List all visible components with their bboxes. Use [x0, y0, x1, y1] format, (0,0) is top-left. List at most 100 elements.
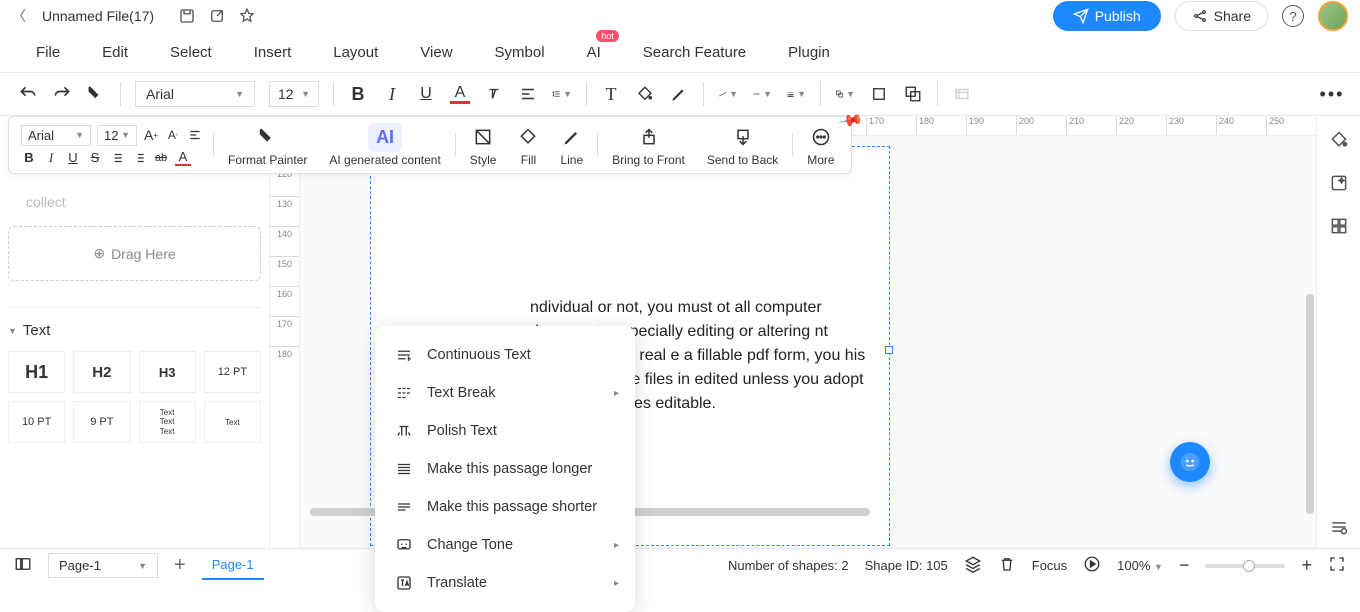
- longer-icon: [395, 460, 413, 478]
- ctx-size-select[interactable]: 12▼: [97, 125, 137, 146]
- align-icon[interactable]: [518, 84, 538, 104]
- menu-plugin[interactable]: Plugin: [788, 44, 830, 61]
- settings-list-icon[interactable]: [1329, 517, 1349, 542]
- menu-search[interactable]: Search Feature: [643, 44, 746, 61]
- ai-star-icon[interactable]: [1329, 173, 1349, 198]
- menu-symbol[interactable]: Symbol: [495, 44, 545, 61]
- ctx-align-icon[interactable]: [187, 127, 203, 143]
- save-icon[interactable]: [178, 7, 196, 25]
- fullscreen-icon[interactable]: [1328, 555, 1346, 576]
- ctx-text-break[interactable]: Text Break ▸: [375, 374, 635, 412]
- size-select[interactable]: 12▼: [269, 81, 319, 107]
- chat-fab[interactable]: [1170, 442, 1210, 482]
- ctx-underline-icon[interactable]: U: [65, 150, 81, 166]
- undo-icon[interactable]: [18, 84, 38, 104]
- connector-icon[interactable]: ▼: [718, 84, 738, 104]
- ctx-fill[interactable]: Fill: [510, 123, 546, 167]
- text-icon[interactable]: T: [601, 84, 621, 104]
- text-preset-para[interactable]: Text Text Text: [139, 401, 196, 443]
- star-icon[interactable]: [238, 7, 256, 25]
- ctx-change-tone[interactable]: Change Tone ▸: [375, 526, 635, 564]
- text-preset-h3[interactable]: H3: [139, 351, 196, 393]
- text-preset-12pt[interactable]: 12 PT: [204, 351, 261, 393]
- dec-font-icon[interactable]: A-: [165, 127, 181, 143]
- publish-button[interactable]: Publish: [1053, 1, 1161, 31]
- lock-icon[interactable]: [952, 84, 972, 104]
- trash-icon[interactable]: [998, 555, 1016, 576]
- ctx-bold-icon[interactable]: B: [21, 150, 37, 166]
- ctx-numlist-icon[interactable]: [131, 150, 147, 166]
- page-tab-1[interactable]: Page-1: [202, 551, 264, 580]
- ctx-font-select[interactable]: Arial▼: [21, 125, 91, 146]
- ctx-make-shorter[interactable]: Make this passage shorter: [375, 488, 635, 526]
- ctx-polish-text[interactable]: Polish Text: [375, 412, 635, 450]
- line-height-icon[interactable]: ▼: [552, 84, 572, 104]
- ctx-fontcolor-icon[interactable]: A: [175, 150, 191, 166]
- line-style-icon[interactable]: ▼: [752, 84, 772, 104]
- ctx-continuous-text[interactable]: Continuous Text: [375, 336, 635, 374]
- menu-view[interactable]: View: [420, 44, 452, 61]
- page-select[interactable]: Page-1▼: [48, 553, 158, 578]
- help-icon[interactable]: ?: [1282, 5, 1304, 27]
- ctx-ai-content[interactable]: AI AI generated content: [321, 123, 448, 167]
- avatar[interactable]: [1318, 1, 1348, 31]
- more-icon[interactable]: •••: [1322, 84, 1342, 104]
- font-select[interactable]: Arial▼: [135, 81, 255, 107]
- fill-icon[interactable]: [635, 84, 655, 104]
- ctx-list-icon[interactable]: [109, 150, 125, 166]
- continuous-text-icon: [395, 346, 413, 364]
- pen-icon[interactable]: [669, 84, 689, 104]
- back-button[interactable]: 〈: [12, 6, 26, 26]
- text-preset-h2[interactable]: H2: [73, 351, 130, 393]
- ctx-strike-icon[interactable]: S: [87, 150, 103, 166]
- export-icon[interactable]: [208, 7, 226, 25]
- scrollbar-vertical[interactable]: [1306, 294, 1314, 514]
- text-preset-10pt[interactable]: 10 PT: [8, 401, 65, 443]
- ctx-format-painter[interactable]: Format Painter: [220, 123, 315, 167]
- zoom-label[interactable]: 100% ▼: [1117, 558, 1163, 573]
- ctx-more[interactable]: More: [799, 123, 842, 167]
- ctx-line[interactable]: Line: [552, 123, 591, 167]
- drag-zone[interactable]: ⊕ Drag Here: [8, 226, 261, 281]
- ctx-clear-icon[interactable]: ab: [153, 150, 169, 166]
- play-icon[interactable]: [1083, 555, 1101, 576]
- underline-icon[interactable]: U: [416, 84, 436, 104]
- bold-icon[interactable]: B: [348, 84, 368, 104]
- format-painter-icon[interactable]: [86, 84, 106, 104]
- text-preset-9pt[interactable]: 9 PT: [73, 401, 130, 443]
- clear-format-icon[interactable]: [484, 84, 504, 104]
- italic-icon[interactable]: I: [382, 84, 402, 104]
- ctx-bring-front[interactable]: Bring to Front: [604, 123, 693, 167]
- ctx-italic-icon[interactable]: I: [43, 150, 59, 166]
- menu-select[interactable]: Select: [170, 44, 212, 61]
- ctx-make-longer[interactable]: Make this passage longer: [375, 450, 635, 488]
- add-page-icon[interactable]: +: [174, 554, 186, 577]
- menu-edit[interactable]: Edit: [102, 44, 128, 61]
- focus-label[interactable]: Focus: [1032, 558, 1067, 573]
- layers-icon[interactable]: [903, 84, 923, 104]
- layers-status-icon[interactable]: [964, 555, 982, 576]
- menu-insert[interactable]: Insert: [254, 44, 292, 61]
- line-weight-icon[interactable]: ▼: [786, 84, 806, 104]
- menu-file[interactable]: File: [36, 44, 60, 61]
- ctx-style[interactable]: Style: [462, 123, 505, 167]
- outline-icon[interactable]: [14, 555, 32, 576]
- arrange-icon[interactable]: ▼: [835, 84, 855, 104]
- menu-layout[interactable]: Layout: [333, 44, 378, 61]
- zoom-slider[interactable]: [1205, 564, 1285, 568]
- menu-ai[interactable]: AIhot: [587, 44, 601, 61]
- ctx-translate[interactable]: Translate ▸: [375, 564, 635, 602]
- text-preset-small[interactable]: Text: [204, 401, 261, 443]
- ctx-send-back[interactable]: Send to Back: [699, 123, 786, 167]
- text-preset-h1[interactable]: H1: [8, 351, 65, 393]
- fill-bucket-icon[interactable]: [1329, 130, 1349, 155]
- zoom-out-icon[interactable]: −: [1179, 555, 1190, 576]
- text-section-header[interactable]: ▼Text: [8, 322, 261, 339]
- grid-icon[interactable]: [1329, 216, 1349, 241]
- group-icon[interactable]: [869, 84, 889, 104]
- zoom-in-icon[interactable]: +: [1301, 555, 1312, 576]
- share-button[interactable]: Share: [1175, 1, 1268, 31]
- inc-font-icon[interactable]: A+: [143, 127, 159, 143]
- font-color-icon[interactable]: A: [450, 84, 470, 104]
- redo-icon[interactable]: [52, 84, 72, 104]
